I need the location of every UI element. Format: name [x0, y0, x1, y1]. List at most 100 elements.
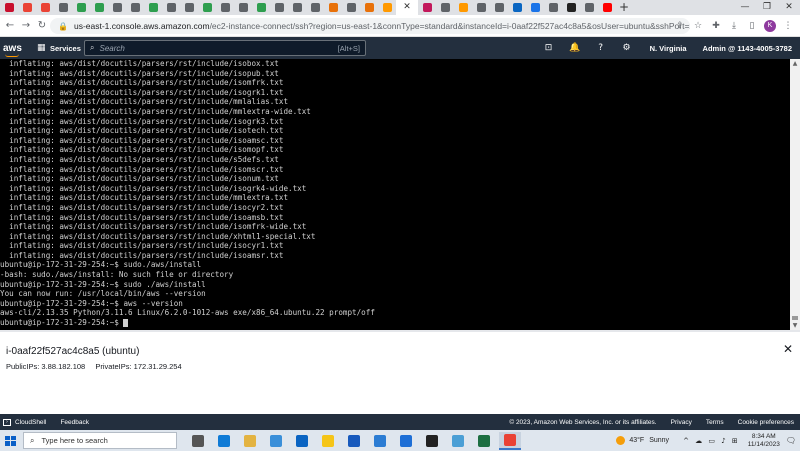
- scroll-down-icon[interactable]: ▼: [790, 321, 800, 330]
- taskbar-app-button[interactable]: [499, 431, 521, 450]
- browser-tab[interactable]: [490, 0, 508, 15]
- browser-tab[interactable]: [54, 0, 72, 15]
- browser-tab[interactable]: [162, 0, 180, 15]
- taskbar-app-icon: [322, 434, 334, 447]
- tab-close-icon[interactable]: ✕: [403, 3, 411, 12]
- terms-link[interactable]: Terms: [706, 419, 724, 426]
- browser-tab[interactable]: [418, 0, 436, 15]
- browser-tab[interactable]: [0, 0, 18, 15]
- taskbar-app-button[interactable]: [317, 432, 339, 450]
- extensions-icon[interactable]: ✚: [710, 21, 722, 31]
- aws-logo[interactable]: aws: [3, 43, 29, 57]
- account-menu[interactable]: Admin @ 1143-4005-3782: [703, 44, 792, 53]
- scroll-thumb[interactable]: [792, 316, 798, 320]
- taskbar-app-button[interactable]: [343, 432, 365, 450]
- taskbar-app-button[interactable]: [213, 432, 235, 450]
- weather-widget[interactable]: 43°F Sunny: [616, 436, 669, 445]
- browser-tab[interactable]: [342, 0, 360, 15]
- restore-icon[interactable]: ❐: [756, 0, 778, 15]
- url-host: us-east-1.console.aws.amazon.com: [73, 21, 210, 31]
- tab-favicon-icon: [328, 3, 338, 12]
- browser-tab[interactable]: [252, 0, 270, 15]
- menu-kebab-icon[interactable]: ⋮: [782, 21, 794, 31]
- close-panel-icon[interactable]: ✕: [783, 342, 793, 356]
- browser-tab[interactable]: [234, 0, 252, 15]
- taskbar-app-button[interactable]: [473, 432, 495, 450]
- url-field[interactable]: 🔒 us-east-1.console.aws.amazon.com/ec2-i…: [50, 18, 690, 34]
- browser-tab[interactable]: [526, 0, 544, 15]
- browser-tab[interactable]: [144, 0, 162, 15]
- privacy-link[interactable]: Privacy: [671, 419, 692, 426]
- system-clock[interactable]: 8:34 AM 11/14/2023: [748, 433, 780, 449]
- browser-tab[interactable]: [72, 0, 90, 15]
- browser-tab[interactable]: [270, 0, 288, 15]
- search-icon: ⌕: [90, 43, 95, 52]
- browser-tab[interactable]: [198, 0, 216, 15]
- browser-tab[interactable]: [580, 0, 598, 15]
- terminal-line: inflating: aws/dist/docutils/parsers/rst…: [0, 87, 284, 97]
- browser-tab[interactable]: [36, 0, 54, 15]
- help-icon[interactable]: ?: [592, 43, 610, 53]
- settings-gear-icon[interactable]: ⚙: [618, 43, 636, 53]
- reload-icon[interactable]: ↻: [34, 20, 50, 31]
- browser-tab[interactable]: [108, 0, 126, 15]
- region-selector[interactable]: N. Virginia: [650, 44, 687, 53]
- side-panel-icon[interactable]: ▯: [746, 21, 758, 31]
- browser-tab[interactable]: [18, 0, 36, 15]
- taskbar-app-button[interactable]: [187, 432, 209, 450]
- browser-tab[interactable]: [90, 0, 108, 15]
- cookie-preferences-link[interactable]: Cookie preferences: [738, 419, 794, 426]
- browser-tab[interactable]: [436, 0, 454, 15]
- browser-tab[interactable]: [472, 0, 490, 15]
- bookmark-star-icon[interactable]: ☆: [692, 21, 704, 31]
- profile-avatar[interactable]: K: [764, 20, 776, 32]
- taskbar-app-button[interactable]: [369, 432, 391, 450]
- forward-icon[interactable]: →: [18, 20, 34, 31]
- taskbar-app-button[interactable]: [291, 432, 313, 450]
- window-close-icon[interactable]: ✕: [778, 0, 800, 15]
- taskbar-app-button[interactable]: [265, 432, 287, 450]
- share-icon[interactable]: ⇪: [674, 21, 686, 31]
- browser-tab[interactable]: [288, 0, 306, 15]
- minimize-icon[interactable]: —: [734, 0, 756, 15]
- terminal-line: ubuntu@ip-172-31-29-254:~$: [0, 318, 790, 328]
- browser-tab[interactable]: [378, 0, 396, 15]
- browser-tab[interactable]: [324, 0, 342, 15]
- notifications-bell-icon[interactable]: 🔔: [566, 43, 584, 53]
- browser-tab[interactable]: [126, 0, 144, 15]
- services-menu-button[interactable]: ▦ Services: [37, 43, 81, 53]
- scroll-up-icon[interactable]: ▲: [790, 59, 800, 68]
- taskbar-app-button[interactable]: [447, 432, 469, 450]
- taskbar-search-input[interactable]: ⌕ Type here to search: [23, 432, 177, 449]
- browser-tab[interactable]: [216, 0, 234, 15]
- aws-search-input[interactable]: ⌕ Search [Alt+S]: [84, 40, 366, 56]
- active-browser-tab[interactable]: ✕: [396, 0, 418, 15]
- browser-tab[interactable]: [508, 0, 526, 15]
- download-icon[interactable]: ⤓: [728, 21, 740, 31]
- terminal-line: inflating: aws/dist/docutils/parsers/rst…: [0, 116, 284, 126]
- tray-icons[interactable]: ^ ☁ ▭ ♪ ⊞: [683, 437, 740, 445]
- browser-tab[interactable]: [544, 0, 562, 15]
- feedback-link[interactable]: Feedback: [60, 419, 89, 426]
- new-tab-button[interactable]: +: [616, 0, 632, 15]
- browser-tab[interactable]: [180, 0, 198, 15]
- tab-favicon-icon: [166, 3, 176, 12]
- windows-start-icon[interactable]: [4, 435, 18, 447]
- browser-tab[interactable]: [598, 0, 616, 15]
- terminal-scrollbar[interactable]: ▲ ▼: [790, 59, 800, 330]
- browser-tab[interactable]: [562, 0, 580, 15]
- back-icon[interactable]: ←: [2, 20, 18, 31]
- browser-tab[interactable]: [360, 0, 378, 15]
- taskbar-app-button[interactable]: [239, 432, 261, 450]
- taskbar-app-button[interactable]: [395, 432, 417, 450]
- url-path: /ec2-instance-connect/ssh?region=us-east…: [209, 21, 690, 31]
- cloudshell-button[interactable]: › CloudShell: [3, 418, 46, 426]
- taskbar-app-button[interactable]: [421, 432, 443, 450]
- cloudshell-icon[interactable]: ⊡: [540, 43, 558, 53]
- tab-favicon-icon: [220, 3, 230, 12]
- browser-tab[interactable]: [454, 0, 472, 15]
- browser-tab[interactable]: [306, 0, 324, 15]
- instance-title: i-0aaf22f527ac4c8a5 (ubuntu): [6, 346, 140, 357]
- notifications-icon[interactable]: 🗨: [786, 436, 796, 445]
- ssh-terminal[interactable]: inflating: aws/dist/docutils/parsers/rst…: [0, 59, 800, 330]
